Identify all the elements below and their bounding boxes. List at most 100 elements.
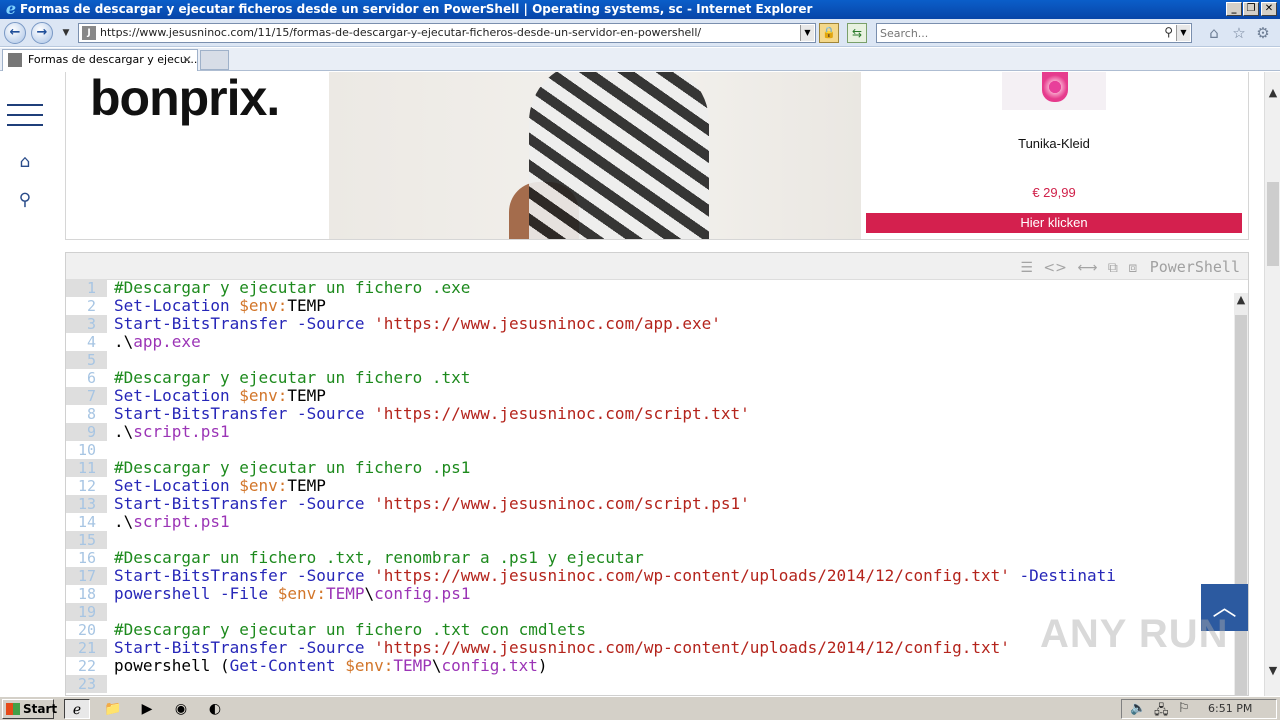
code-line[interactable]: 3 Start-BitsTransfer -Source 'https://www…	[66, 315, 1234, 333]
line-number: 13	[66, 495, 107, 513]
action-center-flag-icon[interactable]: ⚐	[1178, 701, 1190, 716]
code-line[interactable]: 6 #Descargar y ejecutar un fichero .txt	[66, 369, 1234, 388]
gear-icon[interactable]: ⚙	[1254, 24, 1272, 42]
line-code[interactable]: Start-BitsTransfer -Source 'https://www.…	[114, 567, 1116, 585]
line-number: 22	[77, 657, 96, 675]
lock-icon[interactable]: 🔒	[819, 23, 839, 43]
tab-close-icon[interactable]: ✕	[182, 50, 192, 70]
code-line[interactable]: 12 Set-Location $env:TEMP	[66, 477, 1234, 496]
close-button[interactable]: ✕	[1261, 2, 1277, 16]
line-code[interactable]: #Descargar y ejecutar un fichero .txt co…	[114, 621, 586, 639]
taskbar-internet-explorer-icon[interactable]: ℯ	[64, 699, 90, 719]
search-input[interactable]	[880, 24, 1150, 42]
start-button[interactable]: Start	[2, 699, 57, 719]
line-code[interactable]: Start-BitsTransfer -Source 'https://www.…	[114, 639, 1010, 657]
line-code[interactable]: Start-BitsTransfer -Source 'https://www.…	[114, 405, 750, 423]
page-scrollbar[interactable]: ▲ ▼	[1264, 72, 1280, 696]
code-scroll-thumb[interactable]	[1235, 315, 1247, 695]
address-dropdown-icon[interactable]: ▼	[800, 25, 814, 41]
line-code[interactable]: .\script.ps1	[114, 423, 230, 441]
toggle-line-numbers-icon[interactable]: ☰	[1020, 260, 1033, 276]
product-name[interactable]: Tunika-Kleid	[866, 136, 1242, 151]
line-number: 17	[66, 567, 107, 585]
line-number: 1	[66, 279, 107, 297]
line-code[interactable]: #Descargar y ejecutar un fichero .exe	[114, 279, 470, 297]
code-line[interactable]: 10	[66, 441, 1234, 459]
search-dropdown-icon[interactable]: ▼	[1176, 25, 1190, 41]
page-scroll-thumb[interactable]	[1267, 182, 1279, 266]
line-code[interactable]: .\app.exe	[114, 333, 201, 351]
back-button[interactable]: ←	[4, 22, 26, 44]
home-icon[interactable]: ⌂	[15, 152, 35, 172]
taskbar-chrome-icon[interactable]: ◉	[168, 699, 194, 719]
advertisement-banner[interactable]: bonprix. Tunika-Kleid € 29,99 Hier klick…	[65, 72, 1249, 240]
code-line[interactable]: 7 Set-Location $env:TEMP	[66, 387, 1234, 405]
home-icon[interactable]: ⌂	[1205, 24, 1223, 42]
search-icon[interactable]: ⚲	[1164, 25, 1173, 39]
search-icon[interactable]: ⚲	[15, 190, 35, 210]
code-line[interactable]: 18 powershell -File $env:TEMP\config.ps1	[66, 585, 1234, 604]
product-price: € 29,99	[1032, 185, 1076, 200]
scroll-down-icon[interactable]: ▼	[1265, 664, 1280, 678]
line-code[interactable]: Start-BitsTransfer -Source 'https://www.…	[114, 315, 721, 333]
restore-button[interactable]: ❐	[1243, 2, 1259, 16]
ad-cta-button[interactable]: Hier klicken	[866, 213, 1242, 233]
site-favicon-icon: J	[82, 26, 96, 40]
minimize-button[interactable]: _	[1226, 2, 1242, 16]
refresh-icon[interactable]: ⇆	[847, 23, 867, 43]
line-code[interactable]: Set-Location $env:TEMP	[114, 477, 326, 495]
volume-icon[interactable]: 🔈	[1130, 701, 1146, 716]
line-code[interactable]: #Descargar y ejecutar un fichero .txt	[114, 369, 470, 387]
line-number: 6	[86, 369, 96, 387]
code-line[interactable]: 17 Start-BitsTransfer -Source 'https://ww…	[66, 567, 1234, 585]
code-line[interactable]: 14 .\script.ps1	[66, 513, 1234, 532]
new-tab-button[interactable]	[200, 50, 229, 70]
line-code[interactable]: Set-Location $env:TEMP	[114, 297, 326, 315]
expand-icon[interactable]: ⟷	[1077, 260, 1097, 276]
line-number: 15	[66, 531, 107, 549]
line-code[interactable]: .\script.ps1	[114, 513, 230, 531]
product-image[interactable]	[1002, 72, 1106, 110]
tab-active[interactable]: Formas de descargar y ejecu... ✕	[2, 49, 198, 71]
view-source-icon[interactable]: <>	[1043, 260, 1066, 276]
search-box[interactable]: ⚲ ▼	[876, 23, 1192, 43]
ad-model-image[interactable]	[329, 72, 861, 239]
code-scrollbar[interactable]: ▲	[1234, 293, 1248, 695]
url-text[interactable]: https://www.jesusninoc.com/11/15/formas-…	[100, 24, 701, 42]
line-code[interactable]: Set-Location $env:TEMP	[114, 387, 326, 405]
ad-brand-logo[interactable]: bonprix.	[90, 72, 280, 124]
system-tray: 🔈 🖧 ⚐ 6:51 PM	[1121, 699, 1277, 719]
taskbar-media-player-icon[interactable]: ▶	[134, 699, 160, 719]
open-new-window-icon[interactable]: ⧈	[1128, 260, 1137, 276]
line-code[interactable]: #Descargar y ejecutar un fichero .ps1	[114, 459, 470, 477]
code-line[interactable]: 2 Set-Location $env:TEMP	[66, 297, 1234, 316]
code-line[interactable]: 23	[66, 675, 1234, 693]
recent-pages-dropdown-icon[interactable]: ▼	[57, 24, 75, 42]
code-line[interactable]: 16 #Descargar un fichero .txt, renombrar …	[66, 549, 1234, 568]
line-code[interactable]: #Descargar un fichero .txt, renombrar a …	[114, 549, 644, 567]
taskbar-edge-icon[interactable]: ◐	[202, 699, 228, 719]
code-line[interactable]: 15	[66, 531, 1234, 549]
code-line[interactable]: 4 .\app.exe	[66, 333, 1234, 352]
watermark: ANY RUN	[1040, 612, 1229, 656]
scroll-up-icon[interactable]: ▲	[1234, 293, 1248, 313]
code-line[interactable]: 8 Start-BitsTransfer -Source 'https://www…	[66, 405, 1234, 424]
taskbar-folder-icon[interactable]: 📁	[100, 699, 126, 719]
forward-button[interactable]: →	[31, 22, 53, 44]
line-code[interactable]: Start-BitsTransfer -Source 'https://www.…	[114, 495, 750, 513]
code-line[interactable]: 9 .\script.ps1	[66, 423, 1234, 441]
scroll-up-icon[interactable]: ▲	[1265, 86, 1280, 100]
copy-icon[interactable]: ⧉	[1108, 260, 1118, 276]
menu-icon[interactable]	[7, 104, 43, 128]
code-line[interactable]: 13 Start-BitsTransfer -Source 'https://ww…	[66, 495, 1234, 513]
code-line[interactable]: 1 #Descargar y ejecutar un fichero .exe	[66, 279, 1234, 297]
title-bar: e Formas de descargar y ejecutar fichero…	[0, 0, 1280, 19]
star-icon[interactable]: ☆	[1230, 24, 1248, 42]
code-line[interactable]: 11 #Descargar y ejecutar un fichero .ps1	[66, 459, 1234, 477]
line-code[interactable]: powershell -File $env:TEMP\config.ps1	[114, 585, 470, 603]
code-line[interactable]: 22 powershell (Get-Content $env:TEMP\conf…	[66, 657, 1234, 676]
clock[interactable]: 6:51 PM	[1208, 702, 1252, 715]
line-code[interactable]: powershell (Get-Content $env:TEMP\config…	[114, 657, 548, 675]
code-line[interactable]: 5	[66, 351, 1234, 369]
address-bar[interactable]: J https://www.jesusninoc.com/11/15/forma…	[78, 23, 816, 43]
